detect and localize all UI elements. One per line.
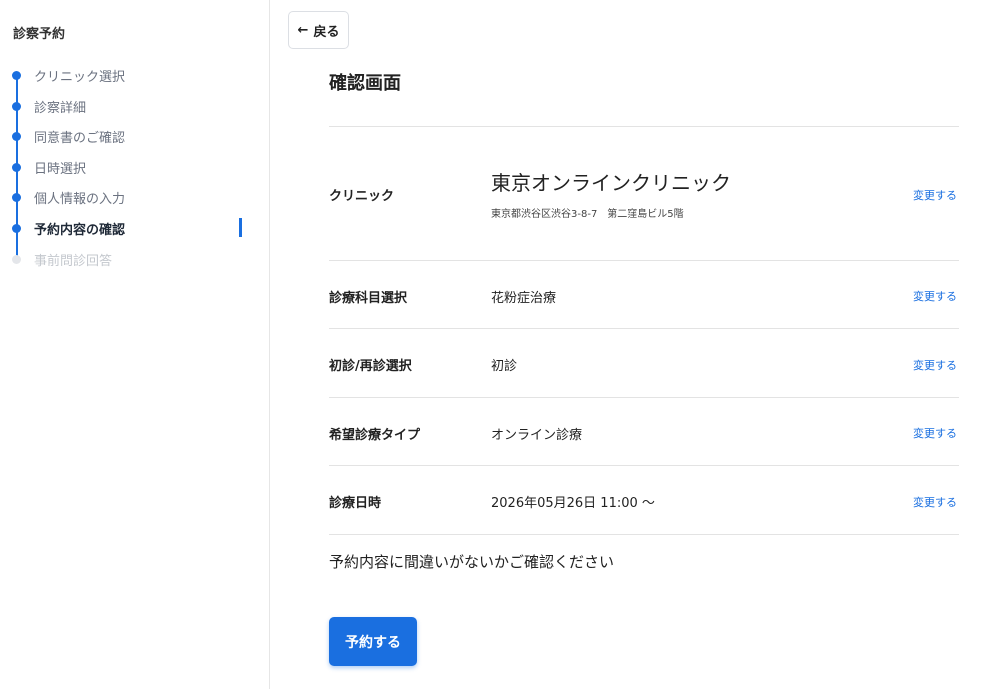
- divider: [329, 534, 959, 535]
- clinic-name: 東京オンラインクリニック: [491, 171, 731, 195]
- step-label: 事前問診回答: [34, 254, 113, 269]
- step-consent[interactable]: 同意書のご確認: [0, 121, 270, 151]
- step-label: 診察詳細: [34, 101, 87, 116]
- step-dot: [12, 71, 21, 80]
- step-pre-questionnaire: 事前問診回答: [0, 244, 270, 274]
- divider: [329, 328, 959, 329]
- step-dot: [12, 132, 21, 141]
- change-datetime-link[interactable]: 変更する: [913, 494, 957, 510]
- datetime-label: 診療日時: [329, 496, 382, 511]
- divider: [329, 465, 959, 466]
- divider: [329, 397, 959, 398]
- department-label: 診療科目選択: [329, 291, 408, 306]
- step-label: 同意書のご確認: [34, 131, 126, 146]
- divider: [329, 260, 959, 261]
- consult-type-value: オンライン診療: [491, 428, 583, 443]
- step-label: クリニック選択: [34, 70, 126, 85]
- divider: [329, 126, 959, 127]
- active-step-indicator: [239, 218, 242, 237]
- step-dot: [12, 102, 21, 111]
- reserve-button-label: 予約する: [345, 634, 401, 651]
- step-reservation-confirm[interactable]: 予約内容の確認: [0, 213, 270, 243]
- change-department-link[interactable]: 変更する: [913, 288, 957, 304]
- visit-type-value: 初診: [491, 359, 518, 374]
- step-clinic-select[interactable]: クリニック選択: [0, 60, 270, 90]
- change-visit-type-link[interactable]: 変更する: [913, 357, 957, 373]
- step-consult-details[interactable]: 診察詳細: [0, 91, 270, 121]
- clinic-label: クリニック: [329, 189, 395, 204]
- change-clinic-link[interactable]: 変更する: [913, 187, 957, 203]
- step-label: 個人情報の入力: [34, 192, 126, 207]
- back-button[interactable]: ← 戻る: [288, 11, 349, 49]
- department-value: 花粉症治療: [491, 291, 557, 306]
- reserve-button[interactable]: 予約する: [329, 617, 417, 666]
- step-label: 日時選択: [34, 162, 87, 177]
- step-dot: [12, 224, 21, 233]
- sidebar: 診察予約 クリニック選択 診察詳細 同意書のご確認 日時選択 個人情報の入力 予…: [0, 0, 270, 689]
- page-title: 確認画面: [329, 73, 401, 94]
- step-personal-info[interactable]: 個人情報の入力: [0, 182, 270, 212]
- arrow-left-icon: ←: [297, 22, 309, 38]
- consult-type-label: 希望診療タイプ: [329, 428, 421, 443]
- sidebar-title: 診察予約: [13, 27, 66, 42]
- step-label: 予約内容の確認: [34, 223, 126, 238]
- step-datetime-select[interactable]: 日時選択: [0, 152, 270, 182]
- confirm-message: 予約内容に間違いがないかご確認ください: [329, 553, 615, 571]
- datetime-value: 2026年05月26日 11:00 〜: [491, 496, 655, 511]
- back-button-label: 戻る: [313, 24, 340, 40]
- step-dot: [12, 255, 21, 264]
- step-dot: [12, 193, 21, 202]
- clinic-address: 東京都渋谷区渋谷3-8-7 第二窪島ビル5階: [491, 209, 684, 220]
- visit-type-label: 初診/再診選択: [329, 359, 412, 374]
- step-dot: [12, 163, 21, 172]
- change-consult-type-link[interactable]: 変更する: [913, 425, 957, 441]
